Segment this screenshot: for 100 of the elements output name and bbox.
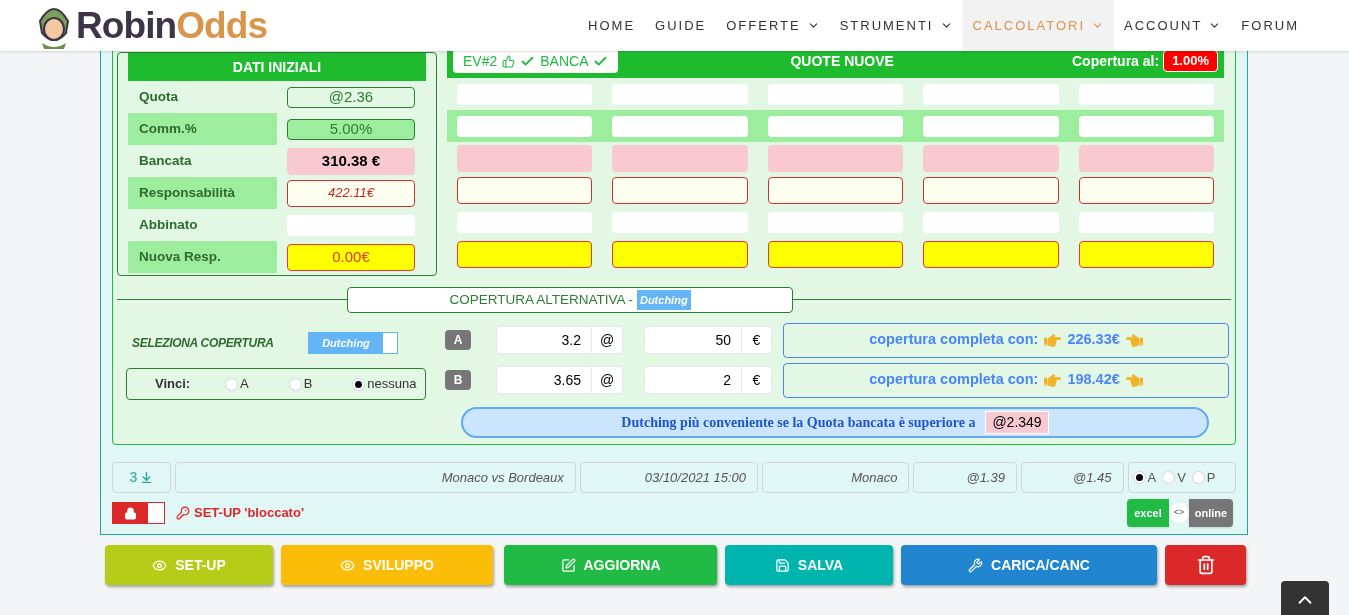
odds-field[interactable]: [457, 176, 593, 204]
radio-button[interactable]: [288, 377, 302, 391]
bet-letter-badge: A: [445, 330, 471, 350]
odds-field[interactable]: [612, 176, 748, 204]
setup-status: SET-UP 'bloccato': [194, 504, 304, 523]
event-count: 3: [112, 462, 171, 493]
odds-field[interactable]: [1078, 176, 1215, 204]
odds-field[interactable]: [612, 115, 748, 137]
nav-link[interactable]: GUIDE: [645, 0, 717, 51]
mode-switch-knob[interactable]: <>: [1169, 503, 1189, 523]
event-cell: 03/10/2021 15:00: [579, 462, 759, 493]
radio-label: P: [1206, 468, 1216, 487]
section-title: QUOTE NUOVE: [790, 51, 894, 71]
row-label: Responsabilità: [128, 177, 277, 209]
lock-toggle[interactable]: [112, 502, 165, 524]
odds-field[interactable]: [767, 115, 904, 137]
odds-field[interactable]: [1078, 211, 1215, 233]
radio-button[interactable]: [225, 377, 238, 391]
odds-field[interactable]: [923, 83, 1059, 105]
odds-field[interactable]: [1078, 144, 1215, 172]
event-cell: Monaco: [762, 462, 910, 493]
coverage-label: Copertura al:: [1072, 51, 1160, 71]
odds-field[interactable]: [767, 240, 904, 268]
odds-field[interactable]: [767, 176, 904, 204]
nav-link[interactable]: STRUMENTI: [829, 0, 963, 51]
note-value: @2.349: [985, 411, 1049, 434]
odds-field[interactable]: [457, 115, 593, 137]
bet-letter-badge: B: [445, 370, 471, 390]
eye-icon: [340, 557, 356, 573]
odds-field[interactable]: [457, 83, 593, 105]
note-text: Dutching più conveniente se la Quota bancata è superiore a: [621, 414, 976, 432]
stake-field[interactable]: 50 €: [644, 326, 772, 354]
event-cell: @1.39: [913, 462, 1017, 493]
value-field: 0.00€: [287, 243, 415, 271]
scroll-top-button[interactable]: [1281, 581, 1329, 615]
radio-button[interactable]: [352, 377, 366, 391]
pointing-hand-icon: [1125, 331, 1143, 349]
odds-field[interactable]: [923, 211, 1059, 233]
online-button[interactable]: online: [1189, 499, 1233, 527]
odds-field[interactable]: [767, 144, 904, 172]
odds-field[interactable]: [612, 240, 748, 268]
carica-button[interactable]: CARICA/CANC: [901, 545, 1157, 585]
radio-label: V: [1177, 468, 1186, 487]
quota-field[interactable]: 3.65 @: [496, 366, 623, 394]
section-title: DATI INIZIALI: [128, 53, 426, 81]
odds-field[interactable]: [612, 211, 748, 233]
thumbs-up-icon: [502, 54, 516, 68]
stake-field[interactable]: 2 €: [644, 366, 772, 394]
value-field: 5.00%: [287, 118, 415, 140]
select-label: SELEZIONA COPERTURA: [132, 335, 275, 352]
value-field: @2.36: [287, 86, 415, 108]
pointing-hand-icon: [1125, 371, 1143, 389]
pointing-hand-icon: [1044, 371, 1062, 389]
row-label: Bancata: [138, 151, 193, 170]
radio-label: A: [240, 375, 249, 394]
row-label: Abbinato: [138, 215, 199, 234]
logo-text[interactable]: RobinOdds: [76, 7, 268, 44]
value-field: 422.11€: [287, 179, 415, 207]
result-box: copertura completa con: 226.33€: [783, 322, 1229, 358]
vinci-label: Vinci:: [155, 375, 192, 394]
wrench-icon: [968, 557, 984, 573]
delete-button[interactable]: [1165, 545, 1246, 585]
edit-icon: [560, 557, 576, 573]
radio-button[interactable]: [1191, 471, 1205, 484]
odds-field[interactable]: [612, 144, 748, 172]
odds-field[interactable]: [612, 83, 748, 105]
odds-field[interactable]: [923, 115, 1059, 137]
row-label: Comm.%: [128, 113, 277, 145]
odds-field[interactable]: [457, 211, 593, 233]
pointing-hand-icon: [1044, 331, 1062, 349]
radio-label: A: [1147, 468, 1157, 487]
radio-label: nessuna: [367, 375, 417, 394]
trash-icon: [1195, 555, 1216, 575]
odds-field[interactable]: [1078, 83, 1215, 105]
odds-field[interactable]: [1078, 115, 1215, 137]
odds-field[interactable]: [767, 83, 904, 105]
odds-field[interactable]: [923, 176, 1059, 204]
floppy-icon: [774, 557, 790, 573]
odds-field[interactable]: [457, 144, 593, 172]
result-box: copertura completa con: 198.42€: [783, 362, 1229, 398]
nav-link[interactable]: ACCOUNT: [1114, 0, 1232, 51]
radio-button[interactable]: [1132, 471, 1146, 484]
nav-link[interactable]: FORUM: [1231, 0, 1309, 51]
nav-link[interactable]: HOME: [578, 0, 646, 51]
radio-button[interactable]: [1162, 471, 1176, 484]
odds-field[interactable]: [1078, 240, 1215, 268]
event-cell: @1.45: [1020, 462, 1124, 493]
arrow-down-icon: [140, 471, 154, 484]
eye-icon: [152, 557, 168, 573]
row-label: Nuova Resp.: [128, 241, 277, 273]
quota-field[interactable]: 3.2 @: [496, 326, 623, 354]
event-tag: EV#2 BANCA: [453, 49, 619, 73]
odds-field[interactable]: [767, 211, 904, 233]
odds-field[interactable]: [923, 144, 1059, 172]
odds-field[interactable]: [457, 240, 593, 268]
radio-label: B: [303, 375, 313, 394]
section-title: COPERTURA ALTERNATIVA - Dutching: [347, 287, 793, 313]
value-field: 310.38 €: [287, 147, 415, 175]
nav-link[interactable]: OFFERTE: [716, 0, 830, 51]
odds-field[interactable]: [923, 240, 1059, 268]
